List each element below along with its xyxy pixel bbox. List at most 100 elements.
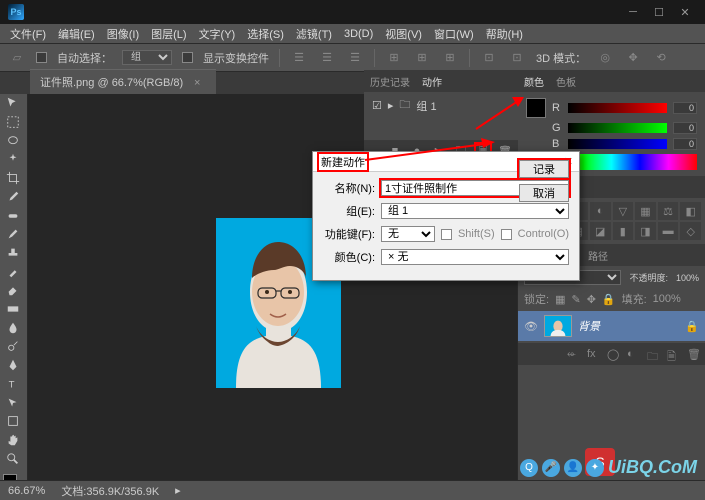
path-select-tool[interactable] [0,393,26,412]
eraser-tool[interactable] [0,281,26,300]
heal-tool[interactable] [0,206,26,225]
b-value[interactable]: 0 [673,138,697,150]
g-slider[interactable] [568,123,667,133]
menu-view[interactable]: 视图(V) [381,24,426,44]
new-layer-icon[interactable]: 🗎 [667,348,679,360]
adjust-vibrance-icon[interactable]: ▽ [613,202,634,220]
lock-pixels-icon[interactable]: ✎ [571,293,580,306]
zoom-tool[interactable] [0,449,26,468]
adjust-balance-icon[interactable]: ⚖ [658,202,679,220]
adjust-exposure-icon[interactable]: ◐ [590,202,611,220]
b-slider[interactable] [568,139,667,149]
3d-pan-icon[interactable]: ✥ [624,49,642,67]
lock-transparency-icon[interactable]: ▦ [555,293,565,306]
adjust-hue-icon[interactable]: ▦ [635,202,656,220]
adjust-posterize-icon[interactable]: ▮ [613,222,634,240]
pen-tool[interactable] [0,356,26,375]
status-arrow-icon[interactable]: ▸ [175,484,181,497]
lock-all-icon[interactable]: 🔒 [602,293,616,306]
crop-tool[interactable] [0,169,26,188]
g-value[interactable]: 0 [673,122,697,134]
fill-value[interactable]: 100% [653,293,681,305]
marquee-tool[interactable] [0,113,26,132]
hand-tool[interactable] [0,431,26,450]
distribute-icon-3[interactable]: ⊞ [441,49,459,67]
shape-tool[interactable] [0,412,26,431]
stamp-tool[interactable] [0,244,26,263]
3d-orbit-icon[interactable]: ◎ [596,49,614,67]
menu-help[interactable]: 帮助(H) [482,24,527,44]
cancel-button[interactable]: 取消 [519,184,569,202]
menu-file[interactable]: 文件(F) [6,24,50,44]
group-select[interactable]: 组 1 [381,203,569,219]
maximize-button[interactable]: ☐ [647,4,671,20]
adjust-gradient-icon[interactable]: ▬ [658,222,679,240]
r-value[interactable]: 0 [673,102,697,114]
opacity-value[interactable]: 100% [676,273,699,283]
group-icon[interactable]: 🗀 [647,348,659,360]
tab-close-icon[interactable]: × [194,77,200,89]
adjust-selective-icon[interactable]: ◇ [680,222,701,240]
menu-type[interactable]: 文字(Y) [195,24,240,44]
distribute-icon-2[interactable]: ⊞ [413,49,431,67]
actions-tab[interactable]: 动作 [422,74,442,89]
minimize-button[interactable]: ─ [621,4,645,20]
shift-checkbox[interactable] [441,229,452,240]
link-icon[interactable]: ⬰ [567,348,579,360]
wand-tool[interactable] [0,150,26,169]
toggle-checkbox[interactable]: ☑ [372,99,382,112]
align-left-icon[interactable]: ☰ [290,49,308,67]
document-tab[interactable]: 证件照.png @ 66.7%(RGB/8) × [30,69,216,94]
adjust-invert-icon[interactable]: ◪ [590,222,611,240]
expand-icon[interactable]: ▸ [388,99,394,112]
action-group-row[interactable]: ☑ ▸ 🗀 组 1 [372,96,510,115]
brush-tool[interactable] [0,225,26,244]
color-swatch[interactable] [526,98,546,118]
adjust-bw-icon[interactable]: ◧ [680,202,701,220]
close-button[interactable]: ✕ [673,4,697,20]
menu-filter[interactable]: 滤镜(T) [292,24,336,44]
arrange-icon[interactable]: ⊡ [480,49,498,67]
fx-icon[interactable]: fx [587,348,599,360]
arrange-icon-2[interactable]: ⊡ [508,49,526,67]
gradient-tool[interactable] [0,300,26,319]
auto-select-checkbox[interactable] [36,52,47,63]
align-right-icon[interactable]: ☰ [346,49,364,67]
fkey-select[interactable]: 无 [381,226,435,242]
lasso-tool[interactable] [0,131,26,150]
delete-layer-icon[interactable]: 🗑 [687,348,699,360]
menu-edit[interactable]: 编辑(E) [54,24,99,44]
ctrl-checkbox[interactable] [501,229,512,240]
record-button[interactable]: 记录 [519,160,569,178]
menu-image[interactable]: 图像(I) [103,24,143,44]
menu-select[interactable]: 选择(S) [243,24,288,44]
align-center-icon[interactable]: ☰ [318,49,336,67]
lock-position-icon[interactable]: ✥ [587,293,596,306]
paths-tab[interactable]: 路径 [588,248,608,263]
auto-select-dropdown[interactable]: 组 [122,50,172,65]
eyedropper-tool[interactable] [0,188,26,207]
move-tool-preset-icon[interactable]: ▱ [8,49,26,67]
history-brush-tool[interactable] [0,262,26,281]
layer-background-row[interactable]: 👁 背景 🔒 [518,311,705,341]
3d-roll-icon[interactable]: ⟲ [652,49,670,67]
type-tool[interactable]: T [0,375,26,394]
mask-icon[interactable]: ◯ [607,348,619,360]
history-tab[interactable]: 历史记录 [370,74,410,89]
fill-adjust-icon[interactable]: ◐ [627,348,639,360]
move-tool[interactable] [0,94,26,113]
menu-layer[interactable]: 图层(L) [147,24,190,44]
dodge-tool[interactable] [0,337,26,356]
zoom-level[interactable]: 66.67% [8,485,45,497]
r-slider[interactable] [568,103,667,113]
visibility-toggle-icon[interactable]: 👁 [524,320,538,333]
layer-thumbnail[interactable] [544,315,572,337]
show-transform-checkbox[interactable] [182,52,193,63]
adjust-threshold-icon[interactable]: ◨ [635,222,656,240]
blur-tool[interactable] [0,318,26,337]
swatches-tab[interactable]: 色板 [556,74,576,89]
menu-3d[interactable]: 3D(D) [340,26,377,42]
color-tab[interactable]: 颜色 [524,74,544,89]
distribute-icon[interactable]: ⊞ [385,49,403,67]
color-select[interactable]: × 无 [381,249,569,265]
